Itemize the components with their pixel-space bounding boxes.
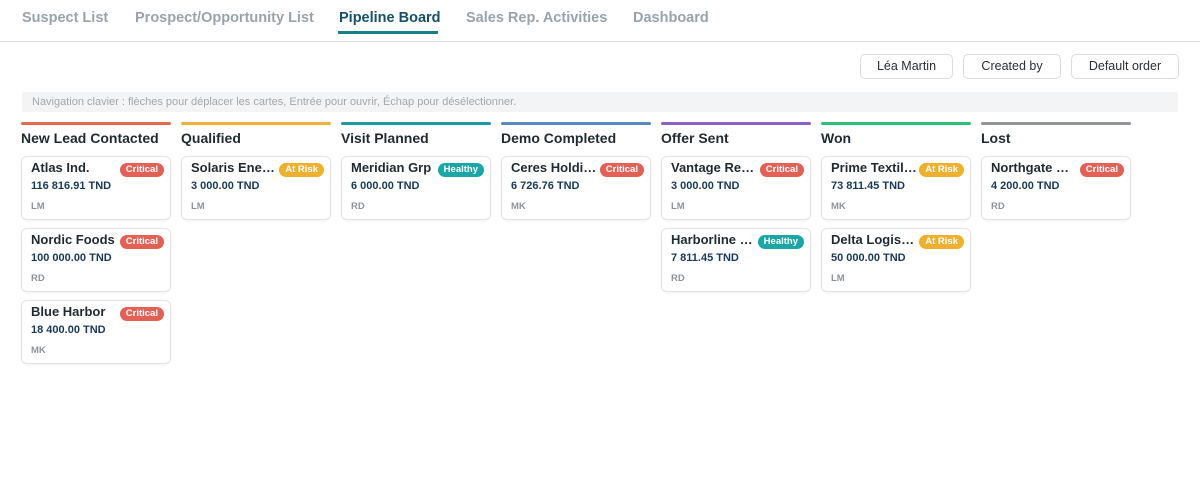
- status-badge: At Risk: [919, 163, 964, 177]
- column-color-bar: [821, 122, 971, 125]
- deal-card[interactable]: Ceres Holding Critical 6 726.76 TND MK: [501, 156, 651, 220]
- keyboard-navigation-hint: Navigation clavier : flèches pour déplac…: [22, 92, 1178, 112]
- deal-card[interactable]: Prime Textiles At Risk 73 811.45 TND MK: [821, 156, 971, 220]
- column-color-bar: [181, 122, 331, 125]
- column-color-bar: [21, 122, 171, 125]
- deal-name: Atlas Ind.: [31, 160, 90, 175]
- deal-card[interactable]: Blue Harbor Critical 18 400.00 TND MK: [21, 300, 171, 364]
- deal-name: Vantage Retail: [671, 160, 757, 175]
- owner-initials: RD: [31, 273, 45, 284]
- deal-amount: 73 811.45 TND: [831, 180, 905, 192]
- column-color-bar: [661, 122, 811, 125]
- created-by-sort-button[interactable]: Created by: [963, 54, 1061, 79]
- deal-name: Meridian Grp: [351, 160, 432, 175]
- status-badge: Healthy: [757, 235, 804, 249]
- owner-initials: RD: [991, 201, 1005, 212]
- status-badge: Critical: [759, 163, 804, 177]
- owner-initials: LM: [31, 201, 45, 212]
- deal-card[interactable]: Nordic Foods Critical 100 000.00 TND RD: [21, 228, 171, 292]
- status-badge: At Risk: [279, 163, 324, 177]
- owner-initials: MK: [31, 345, 46, 356]
- pipeline-column: New Lead Contacted Atlas Ind. Critical 116 …: [21, 122, 171, 364]
- status-badge: Critical: [119, 163, 164, 177]
- status-badge: Healthy: [437, 163, 484, 177]
- pipeline-column: Won Prime Textiles At Risk 73 811.45 TND MK D…: [821, 122, 971, 292]
- deal-amount: 4 200.00 TND: [991, 180, 1060, 192]
- deal-name: Prime Textiles: [831, 160, 917, 175]
- column-title: New Lead Contacted: [21, 130, 159, 146]
- tab-prospect-opportunity-list[interactable]: Prospect/Opportunity List: [135, 10, 314, 26]
- tab-sales-rep-activities[interactable]: Sales Rep. Activities: [466, 10, 607, 26]
- column-color-bar: [981, 122, 1131, 125]
- owner-initials: MK: [511, 201, 526, 212]
- top-tab-bar: Suspect List Prospect/Opportunity List P…: [0, 0, 1200, 42]
- deal-amount: 18 400.00 TND: [31, 324, 106, 336]
- deal-amount: 3 000.00 TND: [191, 180, 260, 192]
- column-title: Demo Completed: [501, 130, 617, 146]
- deal-amount: 6 000.00 TND: [351, 180, 420, 192]
- column-title: Offer Sent: [661, 130, 729, 146]
- deal-amount: 100 000.00 TND: [31, 252, 112, 264]
- pipeline-column: Lost Northgate ResourcesCritical 4 200.00 …: [981, 122, 1131, 220]
- deal-card[interactable]: Harborline LogisticsHealthy 7 811.45 TND R…: [661, 228, 811, 292]
- pipeline-column: Demo Completed Ceres Holding Critical 6 726…: [501, 122, 651, 220]
- deal-card[interactable]: Meridian Grp Healthy 6 000.00 TND RD: [341, 156, 491, 220]
- deal-card[interactable]: Delta Logistics At Risk 50 000.00 TND LM: [821, 228, 971, 292]
- deal-name: Blue Harbor: [31, 304, 106, 319]
- deal-amount: 7 811.45 TND: [671, 252, 739, 264]
- status-badge: Critical: [1079, 163, 1124, 177]
- tab-dashboard[interactable]: Dashboard: [633, 10, 709, 26]
- deal-card[interactable]: Solaris Energy At Risk 3 000.00 TND LM: [181, 156, 331, 220]
- status-badge: Critical: [119, 307, 164, 321]
- owner-initials: MK: [831, 201, 846, 212]
- deal-name: Ceres Holding: [511, 160, 597, 175]
- tab-suspect-list[interactable]: Suspect List: [22, 10, 108, 26]
- deal-name: Northgate Resources: [991, 160, 1077, 175]
- owner-initials: RD: [351, 201, 365, 212]
- deal-amount: 6 726.76 TND: [511, 180, 580, 192]
- deal-card[interactable]: Vantage Retail Critical 3 000.00 TND LM: [661, 156, 811, 220]
- owner-initials: LM: [671, 201, 685, 212]
- deal-card[interactable]: Atlas Ind. Critical 116 816.91 TND LM: [21, 156, 171, 220]
- deal-name: Harborline Logistics: [671, 232, 757, 247]
- deal-name: Solaris Energy: [191, 160, 277, 175]
- pipeline-column: Qualified Solaris Energy At Risk 3 000.00 T…: [181, 122, 331, 220]
- deal-card[interactable]: Northgate ResourcesCritical 4 200.00 TND R…: [981, 156, 1131, 220]
- column-title: Lost: [981, 130, 1011, 146]
- pipeline-column: Offer Sent Vantage Retail Critical 3 000.00…: [661, 122, 811, 292]
- rep-filter-button[interactable]: Léa Martin: [860, 54, 953, 79]
- status-badge: Critical: [599, 163, 644, 177]
- status-badge: At Risk: [919, 235, 964, 249]
- status-badge: Critical: [119, 235, 164, 249]
- column-title: Qualified: [181, 130, 241, 146]
- active-tab-indicator: [338, 31, 438, 34]
- deal-amount: 50 000.00 TND: [831, 252, 906, 264]
- owner-initials: LM: [191, 201, 205, 212]
- tab-pipeline-board[interactable]: Pipeline Board: [339, 10, 441, 26]
- deal-name: Delta Logistics: [831, 232, 917, 247]
- column-title: Won: [821, 130, 852, 146]
- owner-initials: RD: [671, 273, 685, 284]
- deal-name: Nordic Foods: [31, 232, 115, 247]
- owner-initials: LM: [831, 273, 845, 284]
- column-color-bar: [341, 122, 491, 125]
- deal-amount: 116 816.91 TND: [31, 180, 112, 192]
- pipeline-column: Visit Planned Meridian Grp Healthy 6 000.00…: [341, 122, 491, 220]
- column-title: Visit Planned: [341, 130, 429, 146]
- order-sort-button[interactable]: Default order: [1071, 54, 1179, 79]
- column-color-bar: [501, 122, 651, 125]
- deal-amount: 3 000.00 TND: [671, 180, 740, 192]
